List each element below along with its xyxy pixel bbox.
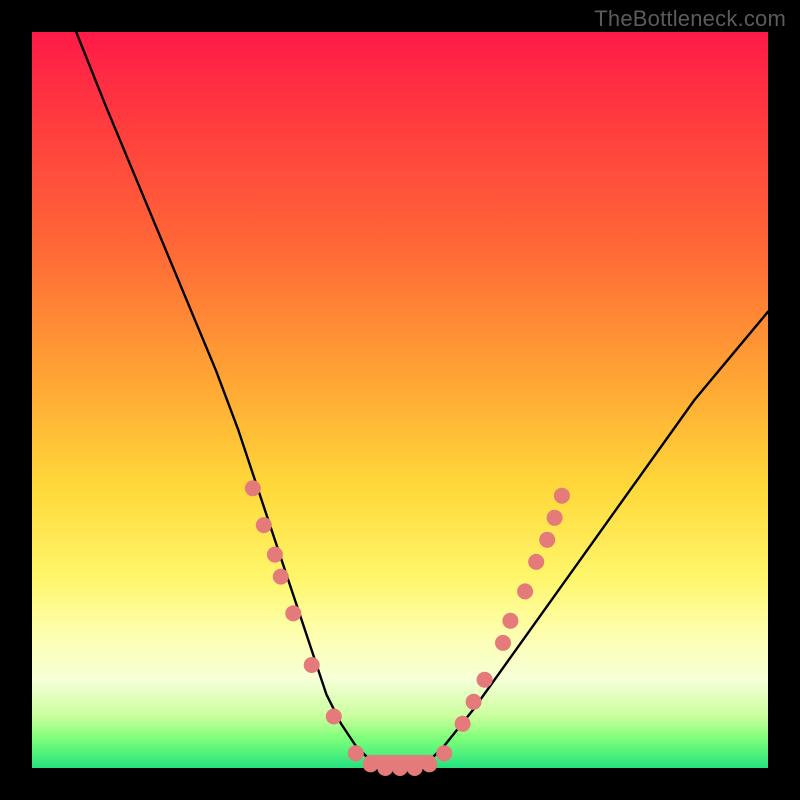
marker-dot (502, 613, 518, 629)
highlighted-points (245, 480, 570, 776)
marker-dot (285, 605, 301, 621)
marker-dot (436, 745, 452, 761)
marker-dot (304, 657, 320, 673)
marker-dot (407, 760, 423, 776)
marker-dot (348, 745, 364, 761)
watermark-text: TheBottleneck.com (594, 6, 786, 32)
marker-dot (495, 635, 511, 651)
marker-dot (267, 547, 283, 563)
marker-dot (377, 760, 393, 776)
chart-svg (32, 32, 768, 768)
marker-dot (256, 517, 272, 533)
marker-dot (517, 583, 533, 599)
marker-dot (477, 672, 493, 688)
outer-black-frame: TheBottleneck.com (0, 0, 800, 800)
marker-dot (554, 488, 570, 504)
marker-dot (326, 709, 342, 725)
marker-dot (392, 760, 408, 776)
marker-dot (539, 532, 555, 548)
marker-dot (273, 569, 289, 585)
marker-dot (421, 756, 437, 772)
marker-dot (245, 480, 261, 496)
marker-dot (455, 716, 471, 732)
bottleneck-curve (76, 32, 768, 768)
plot-area (32, 32, 768, 768)
marker-dot (466, 694, 482, 710)
marker-dot (528, 554, 544, 570)
marker-dot (547, 510, 563, 526)
marker-dot (363, 756, 379, 772)
